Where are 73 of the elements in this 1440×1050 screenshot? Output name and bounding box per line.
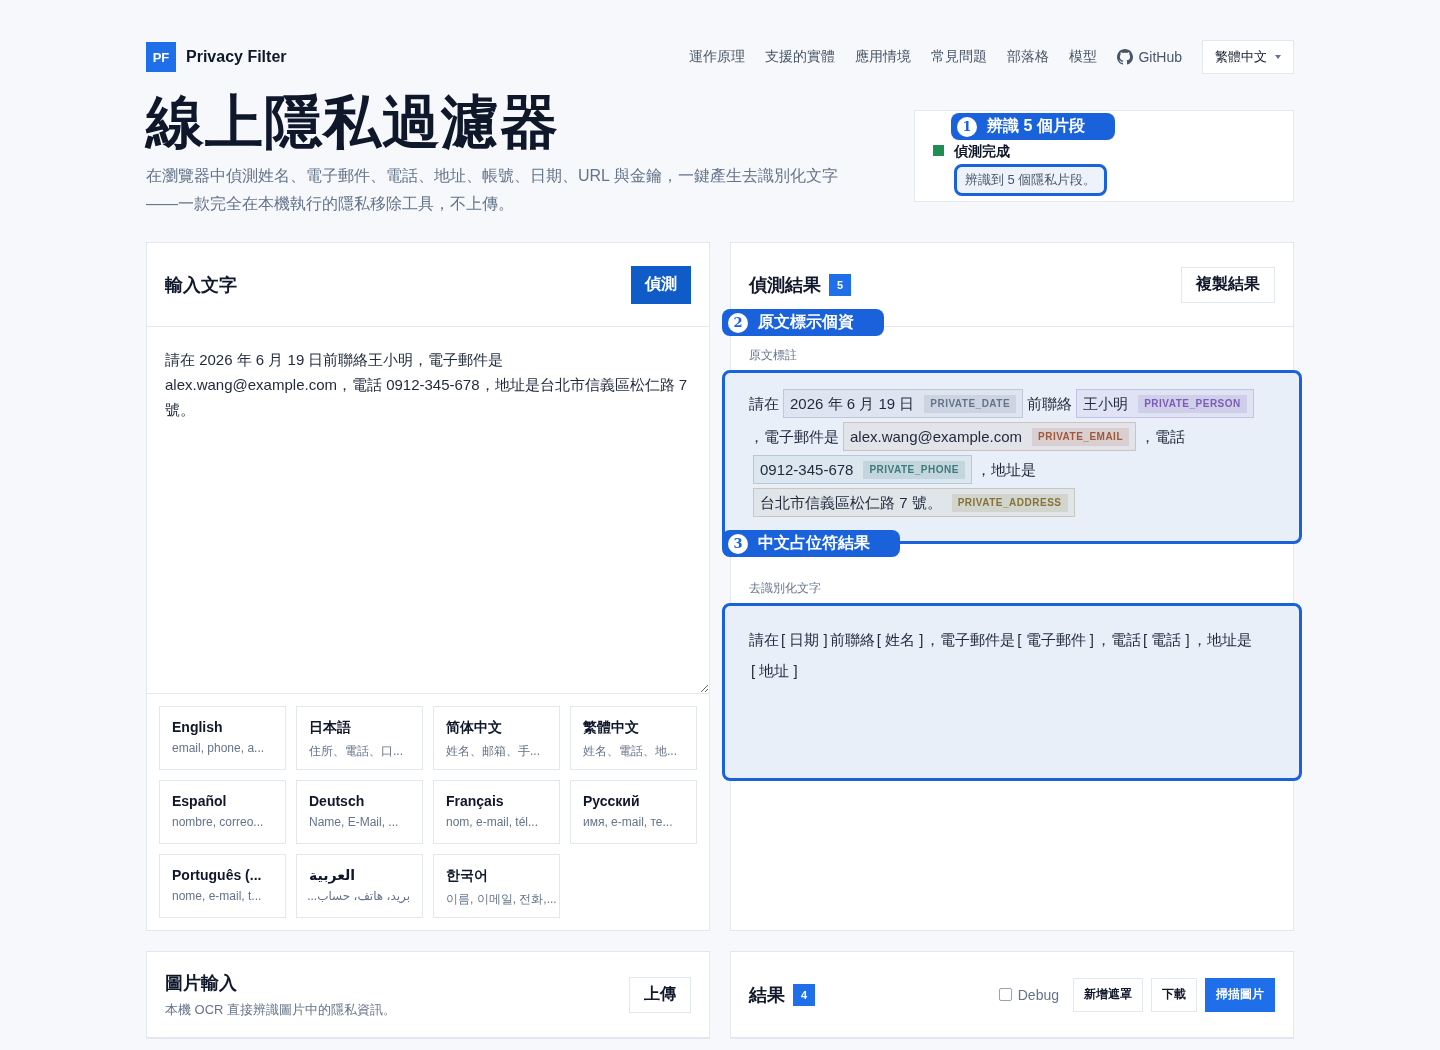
detect-button[interactable]: 偵測 (631, 265, 691, 304)
callout-label: 1 辨識 5 個片段 (951, 113, 1115, 140)
plain-text: ，電話 (1140, 428, 1185, 445)
brand-name: Privacy Filter (186, 48, 287, 66)
language-sample-card[interactable]: 繁體中文 姓名、電話、地... (570, 706, 697, 770)
language-sample-card[interactable]: Français nom, e-mail, tél... (433, 780, 560, 844)
callout-label: 2 原文標示個資 (722, 309, 884, 336)
plain-text: 請在 (749, 631, 779, 648)
panel-subtitle: 本機 OCR 直接辨識圖片中的隱私資訊。 (165, 1000, 397, 1019)
entity-tag: PRIVATE_EMAIL (1032, 427, 1129, 446)
callout-label: 3 中文占位符結果 (722, 530, 900, 557)
entity-highlight: 王小明 PRIVATE_PERSON (1076, 389, 1254, 418)
upload-button[interactable]: 上傳 (629, 976, 691, 1013)
page-subtitle: 在瀏覽器中偵測姓名、電子郵件、電話、地址、帳號、日期、URL 與金鑰，一鍵產生去識別化文字——一款完全在本機執行的隱私移除工具，不上傳。 (146, 166, 839, 214)
github-link[interactable]: GitHub (1117, 49, 1182, 65)
language-sample-card[interactable]: 한국어 이름, 이메일, 전화,... (433, 854, 560, 918)
copy-button[interactable]: 複製結果 (1181, 266, 1275, 303)
logo[interactable]: PF (146, 42, 176, 72)
placeholder-token: [ 電子郵件 ] (1017, 631, 1094, 648)
entity-highlight: 0912-345-678 PRIVATE_PHONE (753, 455, 972, 484)
language-sample-card[interactable]: Deutsch Name, E-Mail, ... (296, 780, 423, 844)
nav-link[interactable]: 運作原理 (689, 48, 746, 66)
plain-text: ，電子郵件是 (925, 631, 1016, 648)
language-sample-card[interactable]: Español nombre, correo... (159, 780, 286, 844)
entity-tag: PRIVATE_ADDRESS (951, 493, 1068, 512)
github-icon (1117, 49, 1134, 65)
plain-text: ，電子郵件是 (749, 428, 839, 445)
status-indicator (933, 145, 944, 156)
plain-text: ，地址是 (975, 461, 1036, 478)
status-title: 偵測完成 (954, 143, 1011, 161)
count-badge: 4 (793, 983, 815, 1006)
nav-link[interactable]: 常見問題 (931, 48, 988, 66)
entity-tag: PRIVATE_PHONE (863, 460, 965, 479)
language-sample-card[interactable]: Русский имя, e-mail, те... (570, 780, 697, 844)
panel-title: 輸入文字 (165, 273, 237, 297)
status-message: 辨識到 5 個隱私片段。 (954, 164, 1108, 196)
placeholder-token: [ 地址 ] (751, 662, 798, 679)
language-sample-card[interactable]: 简体中文 姓名、邮箱、手... (433, 706, 560, 770)
plain-text: ，電話 (1096, 631, 1141, 648)
entity-tag: PRIVATE_PERSON (1138, 394, 1247, 413)
placeholder-token: [ 電話 ] (1143, 631, 1190, 648)
language-sample-card[interactable]: English email, phone, a... (159, 706, 286, 770)
plain-text: 前聯絡 (829, 631, 875, 648)
plain-text: ，地址是 (1191, 631, 1252, 648)
debug-checkbox[interactable] (998, 988, 1012, 1001)
nav-link[interactable]: 模型 (1069, 48, 1098, 66)
language-sample-card[interactable]: Português (... nome, e-mail, t... (159, 854, 286, 918)
language-sample-card[interactable]: 日本語 住所、電話、口... (296, 706, 423, 770)
page-title: 線上隱私過濾器 (146, 88, 560, 156)
section-label: 原文標註 (748, 347, 798, 364)
entity-highlight: 台北市信義區松仁路 7 號。 PRIVATE_ADDRESS (753, 488, 1075, 517)
language-select[interactable]: 繁體中文 (1202, 40, 1294, 74)
nav-link[interactable]: 支援的實體 (765, 48, 836, 66)
plain-text: 請在 (749, 395, 779, 412)
plain-text: 前聯絡 (1027, 395, 1073, 412)
toolbar-button[interactable]: 下載 (1151, 977, 1197, 1012)
section-label: 去識別化文字 (748, 580, 822, 597)
nav-link[interactable]: 部落格 (1007, 48, 1050, 66)
language-sample-card[interactable]: العربية بريد، هاتف، حساب... (296, 854, 423, 918)
placeholder-token: [ 姓名 ] (876, 631, 924, 648)
checkbox-label: Debug (1017, 986, 1059, 1003)
panel-title: 偵測結果 (749, 273, 821, 297)
count-badge: 5 (829, 273, 851, 296)
nav-link[interactable]: 應用情境 (855, 48, 912, 66)
panel-title: 結果 (749, 983, 785, 1007)
placeholder-token: [ 日期 ] (781, 631, 828, 648)
caret-icon (1275, 55, 1281, 59)
entity-tag: PRIVATE_DATE (924, 394, 1017, 413)
toolbar-button[interactable]: 新增遮罩 (1073, 977, 1143, 1012)
entity-highlight: alex.wang@example.com PRIVATE_EMAIL (843, 422, 1136, 451)
scan-button[interactable]: 掃描圖片 (1205, 977, 1275, 1012)
panel-title: 圖片輸入 (165, 971, 238, 995)
entity-highlight: 2026 年 6 月 19 日 PRIVATE_DATE (783, 389, 1024, 418)
